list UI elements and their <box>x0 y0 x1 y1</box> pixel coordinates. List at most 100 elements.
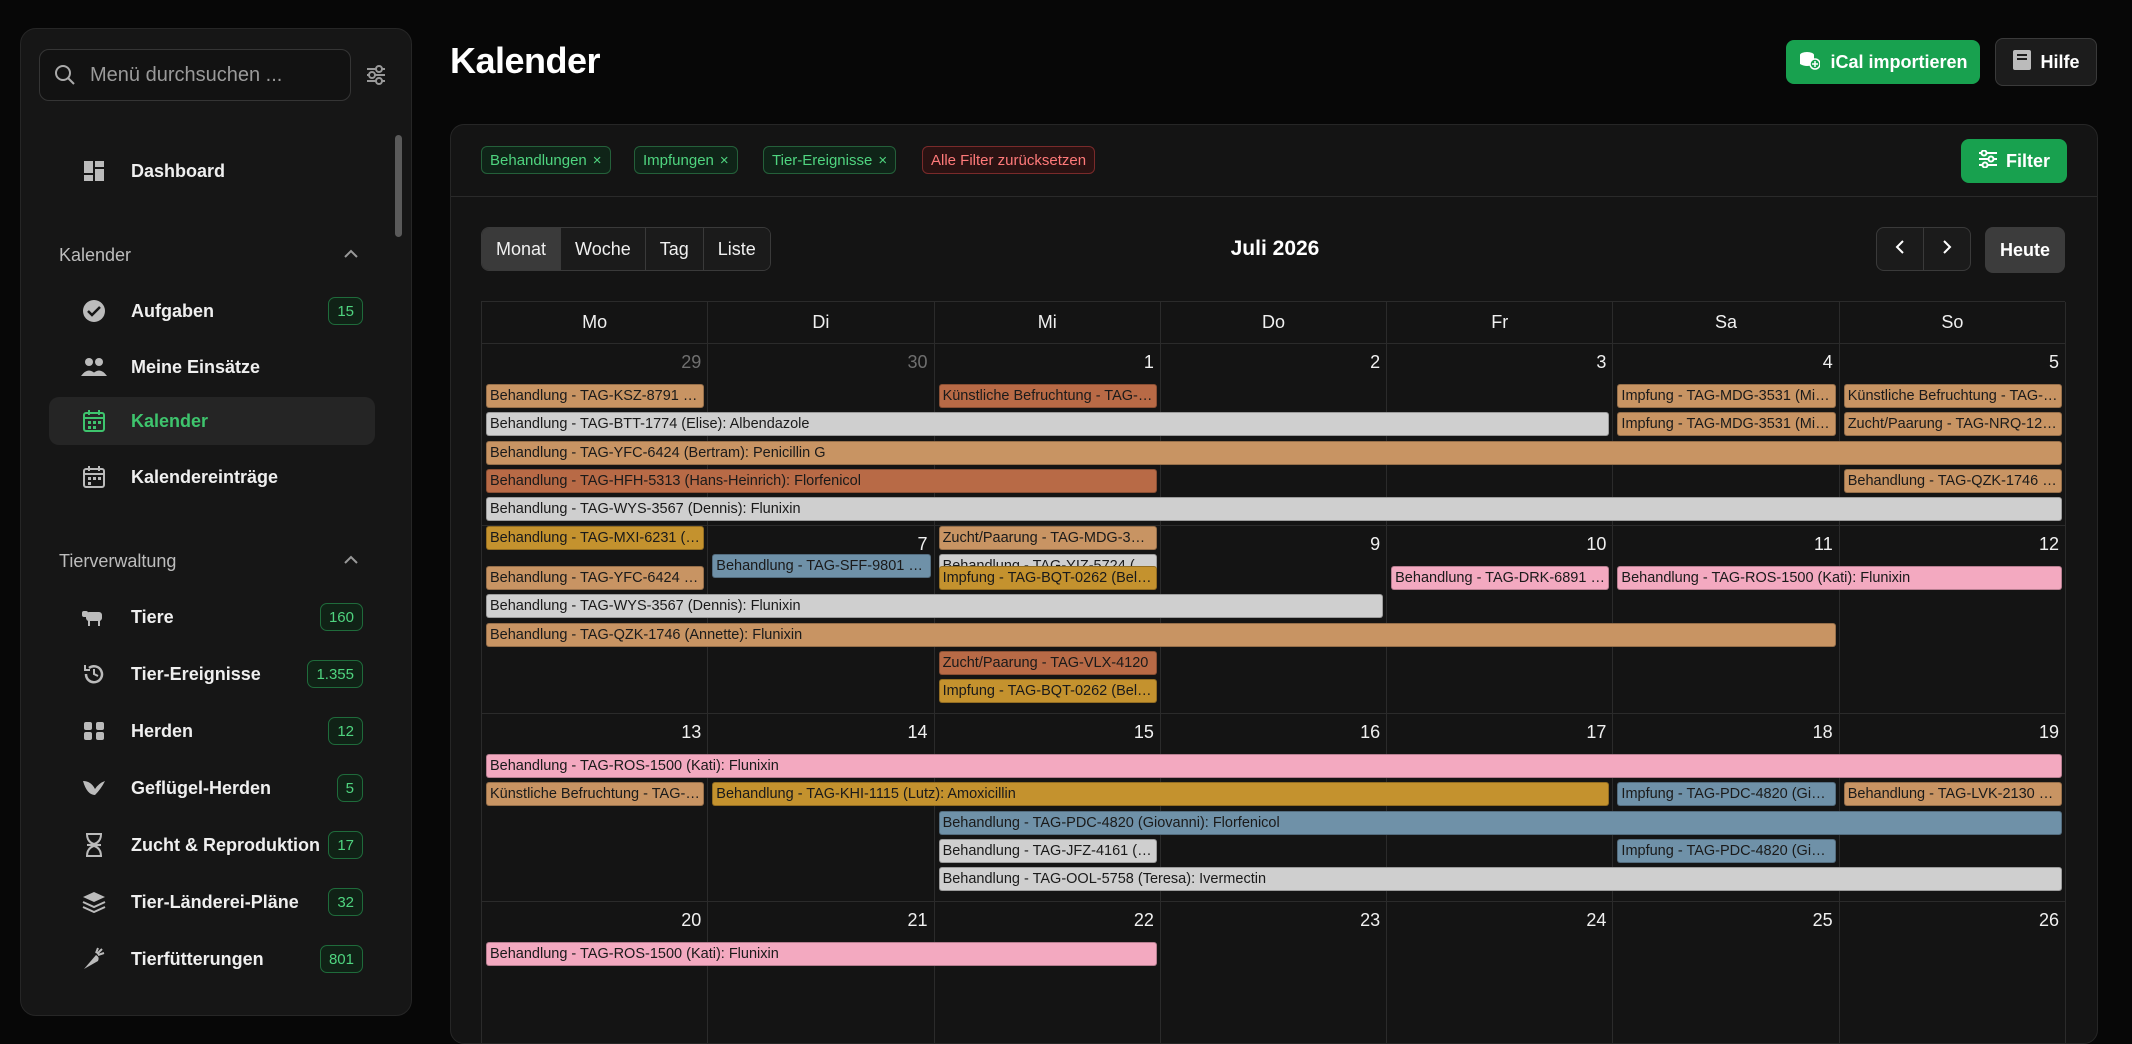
day-cell[interactable]: 21 <box>708 902 935 1043</box>
close-icon[interactable]: × <box>878 152 887 169</box>
day-number[interactable]: 19 <box>2039 722 2059 743</box>
calendar-event[interactable]: Zucht/Paarung - TAG-NRQ-1234 <box>1843 412 2062 437</box>
calendar-event[interactable]: Behandlung - TAG-QZK-1746 (Annette): Flu… <box>486 622 1836 647</box>
sidebar-item-aufgaben[interactable]: Aufgaben 15 <box>49 287 375 335</box>
calendar-event[interactable]: Behandlung - TAG-QZK-1746 (Annette) <box>1843 468 2062 493</box>
day-cell[interactable]: 24 <box>1387 902 1614 1043</box>
calendar-event[interactable]: Impfung - TAG-BQT-0262 (Bella) <box>938 679 1157 704</box>
day-number[interactable]: 30 <box>908 352 928 373</box>
day-cell[interactable]: 23 <box>1161 902 1388 1043</box>
calendar-event[interactable]: Impfung - TAG-PDC-4820 (Giovanni) <box>1617 838 1836 863</box>
day-number[interactable]: 17 <box>1586 722 1606 743</box>
day-cell[interactable]: 20 <box>482 902 709 1043</box>
calendar-event[interactable]: Künstliche Befruchtung - TAG-ABC <box>1843 384 2062 408</box>
day-cell[interactable]: 9 <box>1160 526 1388 714</box>
calendar-event[interactable]: Künstliche Befruchtung - TAG-KHI <box>486 782 705 807</box>
sidebar-item-kalendereintraege[interactable]: Kalendereinträge <box>49 453 375 501</box>
day-number[interactable]: 2 <box>1370 352 1380 373</box>
filter-chip-behandlungen[interactable]: Behandlungen × <box>481 146 611 174</box>
calendar-event[interactable]: Impfung - TAG-MDG-3531 (Mira) <box>1617 384 1836 408</box>
sidebar-item-dashboard[interactable]: Dashboard <box>49 147 375 195</box>
day-number[interactable]: 18 <box>1813 722 1833 743</box>
calendar-event[interactable]: Impfung - TAG-BQT-0262 (Bella) <box>938 566 1157 590</box>
calendar-event[interactable]: Behandlung - TAG-ROS-1500 (Kati): Flunix… <box>1617 566 2062 590</box>
calendar-event[interactable]: Impfung - TAG-MDG-3531 (Mira) <box>1617 412 1836 437</box>
sidebar-item-tier-laenderei-plaene[interactable]: Tier-Länderei-Pläne 32 <box>49 878 375 926</box>
calendar-event[interactable]: Künstliche Befruchtung - TAG-XYZ <box>938 384 1157 408</box>
day-cell[interactable]: 12 <box>1839 526 2066 714</box>
calendar-event[interactable]: Behandlung - TAG-YFC-6424 (Bertram): Pen… <box>486 440 2062 465</box>
day-number[interactable]: 22 <box>1134 910 1154 931</box>
calendar-event[interactable]: Behandlung - TAG-MXI-6231 (Jose): Albend… <box>486 525 705 550</box>
sidebar-item-tierfuetterungen[interactable]: Tierfütterungen 801 <box>49 935 375 983</box>
reset-filters-button[interactable]: Alle Filter zurücksetzen <box>922 146 1096 174</box>
day-number[interactable]: 25 <box>1813 910 1833 931</box>
day-number[interactable]: 9 <box>1370 534 1380 555</box>
filter-button[interactable]: Filter <box>1961 139 2067 183</box>
sidebar-item-herden[interactable]: Herden 12 <box>49 707 375 755</box>
help-button[interactable]: Hilfe <box>1995 38 2097 86</box>
day-cell[interactable]: 13 <box>482 714 709 902</box>
calendar-event[interactable]: Behandlung - TAG-LVK-2130 (Lea) <box>1843 782 2062 807</box>
sliders-icon[interactable] <box>365 65 387 90</box>
ical-import-button[interactable]: iCal importieren <box>1786 40 1980 84</box>
calendar-event[interactable]: Behandlung - TAG-KSZ-8791 (Olaf): Flunix… <box>486 384 705 408</box>
day-cell[interactable]: 26 <box>1840 902 2066 1043</box>
sidebar-item-tier-ereignisse[interactable]: Tier-Ereignisse 1.355 <box>49 650 375 698</box>
sidebar-item-gefluegel-herden[interactable]: Geflügel-Herden 5 <box>49 764 375 812</box>
close-icon[interactable]: × <box>593 152 602 169</box>
day-number[interactable]: 29 <box>681 352 701 373</box>
calendar-event[interactable]: Behandlung - TAG-JFZ-4161 (Jana) <box>938 838 1157 863</box>
day-number[interactable]: 11 <box>1814 534 1833 555</box>
chevron-up-icon[interactable] <box>343 553 359 571</box>
sidebar-scrollbar[interactable] <box>395 135 402 237</box>
calendar-event[interactable]: Behandlung - TAG-YFC-6424 (Bertram) <box>486 566 705 590</box>
calendar-event[interactable]: Behandlung - TAG-ROS-1500 (Kati): Flunix… <box>486 754 2062 778</box>
calendar-event[interactable]: Behandlung - TAG-DRK-6891 (Dora) <box>1391 566 1610 590</box>
calendar-event[interactable]: Behandlung - TAG-WYS-3567 (Dennis): Flun… <box>486 594 1384 619</box>
calendar-event[interactable]: Behandlung - TAG-ROS-1500 (Kati): Flunix… <box>486 942 1157 966</box>
day-number[interactable]: 12 <box>2039 534 2059 555</box>
day-number[interactable]: 1 <box>1144 352 1154 373</box>
next-month-button[interactable] <box>1923 227 1971 271</box>
chevron-up-icon[interactable] <box>343 247 359 265</box>
search-box[interactable] <box>39 49 351 101</box>
calendar-event[interactable]: Behandlung - TAG-HFH-5313 (Hans-Heinrich… <box>486 468 1157 493</box>
sidebar-item-zucht-reproduktion[interactable]: Zucht & Reproduktion 17 <box>49 821 375 869</box>
calendar-event[interactable]: Behandlung - TAG-PDC-4820 (Giovanni): Fl… <box>938 810 2062 835</box>
day-number[interactable]: 23 <box>1360 910 1380 931</box>
day-number[interactable]: 4 <box>1823 352 1833 373</box>
day-number[interactable]: 14 <box>908 722 928 743</box>
day-number[interactable]: 3 <box>1596 352 1606 373</box>
day-cell[interactable]: 25 <box>1613 902 1840 1043</box>
calendar-event[interactable]: Behandlung - TAG-KHI-1115 (Lutz): Amoxic… <box>712 782 1610 807</box>
calendar-event[interactable]: Behandlung - TAG-OOL-5758 (Teresa): Iver… <box>938 867 2062 892</box>
calendar-event[interactable]: Behandlung - TAG-SFF-9801 (Sam) <box>712 553 931 578</box>
filter-chip-tier-ereignisse[interactable]: Tier-Ereignisse × <box>763 146 897 174</box>
calendar-event[interactable]: Impfung - TAG-PDC-4820 (Giovanni) <box>1617 782 1836 807</box>
today-button[interactable]: Heute <box>1985 227 2065 273</box>
day-number[interactable]: 26 <box>2039 910 2059 931</box>
day-number[interactable]: 7 <box>918 534 928 555</box>
search-input[interactable] <box>90 60 340 90</box>
calendar-event[interactable]: Zucht/Paarung - TAG-VLX-4120 <box>938 650 1157 675</box>
day-cell[interactable]: 14 <box>708 714 935 902</box>
day-cell[interactable]: 22 <box>935 902 1161 1043</box>
sidebar-item-tiere[interactable]: Tiere 160 <box>49 593 375 641</box>
day-cell[interactable]: 6 <box>482 526 709 714</box>
day-number[interactable]: 21 <box>908 910 928 931</box>
calendar-event[interactable]: Zucht/Paarung - TAG-MDG-3531 <box>938 525 1157 550</box>
day-number[interactable]: 15 <box>1134 722 1154 743</box>
day-number[interactable]: 24 <box>1586 910 1606 931</box>
sidebar-item-kalender[interactable]: Kalender <box>49 397 375 445</box>
day-number[interactable]: 16 <box>1360 722 1380 743</box>
calendar-event[interactable]: Behandlung - TAG-BTT-1774 (Elise): Alben… <box>486 412 1610 437</box>
filter-chip-impfungen[interactable]: Impfungen × <box>634 146 738 174</box>
sidebar-item-meine-einsaetze[interactable]: Meine Einsätze <box>49 343 375 391</box>
day-number[interactable]: 13 <box>681 722 701 743</box>
day-number[interactable]: 5 <box>2049 352 2059 373</box>
prev-month-button[interactable] <box>1876 227 1924 271</box>
close-icon[interactable]: × <box>720 152 729 169</box>
day-number[interactable]: 10 <box>1586 534 1606 555</box>
day-cell[interactable]: 11 <box>1613 526 1840 714</box>
